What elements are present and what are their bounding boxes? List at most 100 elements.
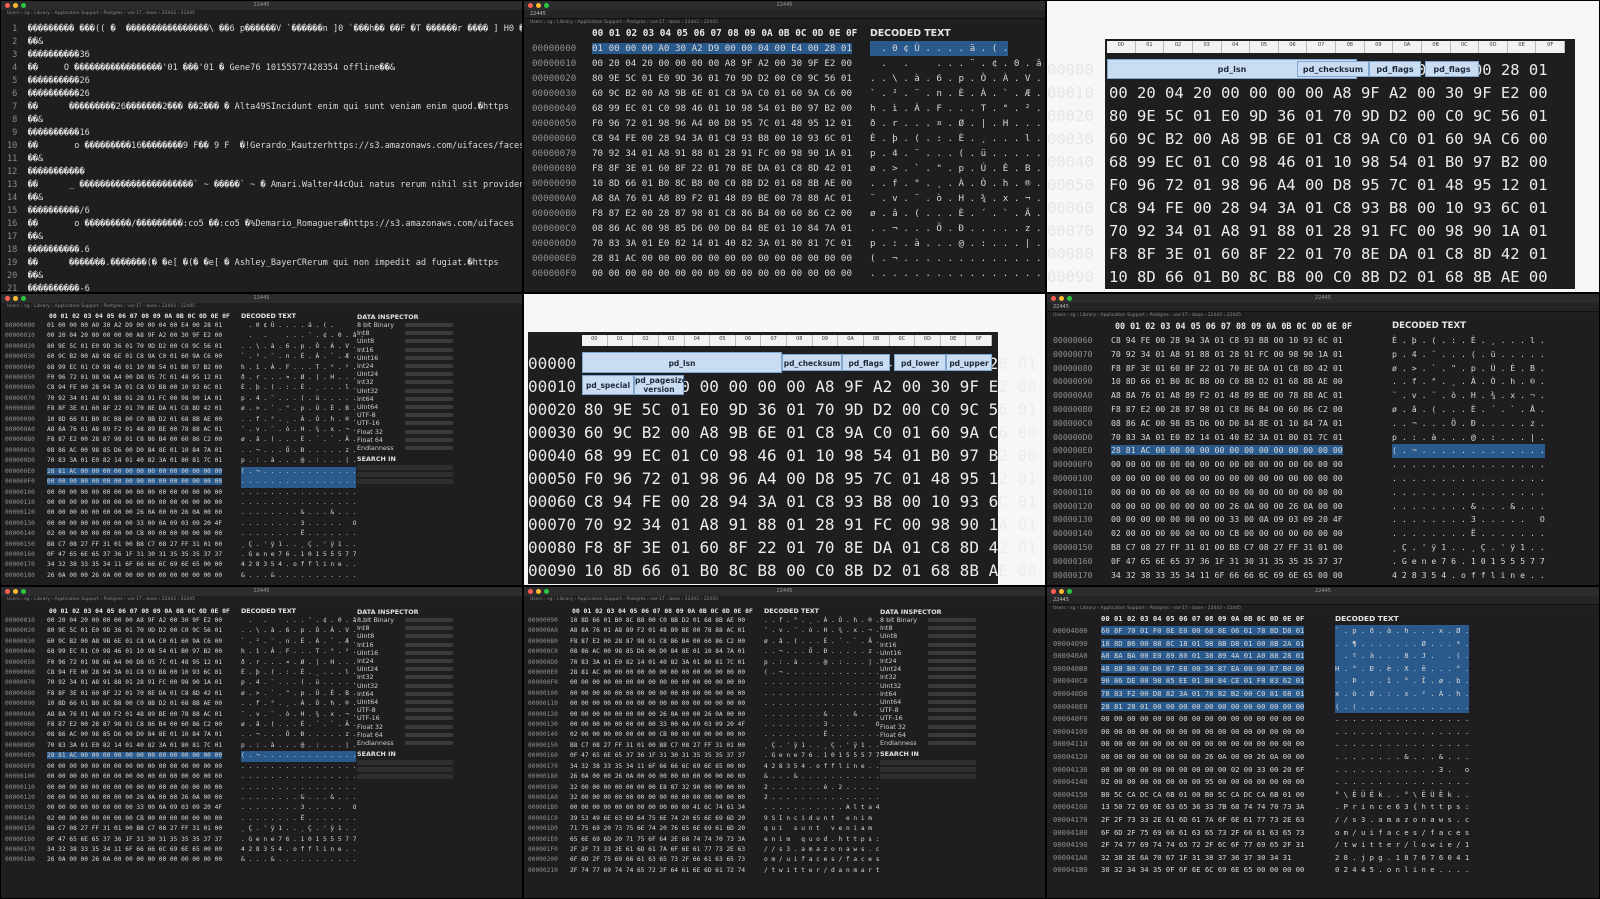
zoom-hex-bytes[interactable]: F8 8F 3E 01 60 8F 22 01 70 8E DA 01 C8 8… bbox=[584, 536, 1037, 559]
zoom-hex-bytes[interactable]: 68 99 EC 01 C0 98 46 01 10 98 54 01 B0 9… bbox=[1109, 151, 1548, 174]
hex-bytes[interactable]: 00 00 00 00 00 00 00 00 00 00 00 00 00 0… bbox=[1111, 473, 1343, 483]
hex-row[interactable]: 00000170 34 32 38 33 35 34 11 6F 66 66 6C… bbox=[528, 762, 879, 772]
hex-row[interactable]: 00000000 01 00 00 00 A0 30 A2 D9 00 00 04… bbox=[532, 41, 1009, 56]
hex-row[interactable]: 00000090 10 8D 66 01 B0 8C B8 00 C0 8B D2… bbox=[5, 415, 356, 425]
hex-bytes[interactable]: 02 00 00 00 00 00 00 00 CB 00 00 00 00 0… bbox=[1111, 528, 1343, 538]
hex-row[interactable]: 00000080 F8 8F 3E 01 60 8F 22 01 70 8E DA… bbox=[532, 161, 1041, 176]
hex-bytes[interactable]: 01 00 00 00 A0 30 A2 D9 00 00 04 00 E4 0… bbox=[47, 322, 222, 329]
hex-row[interactable]: 000000A0 A8 8A 76 01 A8 89 F2 01 48 89 BE… bbox=[1053, 389, 1545, 403]
hex-bytes[interactable]: 02 00 00 00 00 00 00 00 95 00 00 00 00 0… bbox=[1101, 777, 1304, 786]
hex-bytes[interactable]: 00 00 00 00 00 00 00 00 00 00 00 00 00 0… bbox=[1111, 487, 1343, 497]
hex-row[interactable]: 000001B0 00 00 00 00 00 00 00 00 00 00 00… bbox=[528, 803, 879, 813]
hex-bytes[interactable]: 00 20 04 20 00 00 00 00 A8 9F A2 00 30 9… bbox=[47, 332, 222, 339]
hex-bytes[interactable]: 32 00 00 00 00 00 00 00 E8 87 32 90 00 0… bbox=[570, 784, 745, 791]
hex-bytes[interactable]: 08 86 AC 00 98 85 D6 00 D0 84 8E 01 10 8… bbox=[47, 731, 222, 738]
inspector-row[interactable]: UTF-16 bbox=[880, 714, 976, 722]
hex-bytes[interactable]: 32 38 2E 6A 70 67 1F 31 38 37 36 37 30 3… bbox=[1101, 853, 1291, 862]
hex-row[interactable]: 00000080 F8 8F 3E 01 60 8F 22 01 70 8E DA… bbox=[5, 689, 356, 699]
inspector-value-field[interactable] bbox=[405, 716, 453, 721]
hex-bytes[interactable]: 10 8D 66 01 B0 8C B8 00 C0 8B D2 01 68 8… bbox=[570, 617, 745, 624]
inspector-value-field[interactable] bbox=[928, 626, 976, 631]
hex-bytes[interactable]: 00 00 00 00 00 00 00 00 00 00 00 00 00 0… bbox=[1101, 714, 1304, 723]
editor-line[interactable]: 9 ����������16 bbox=[7, 127, 522, 140]
inspector-value-field[interactable] bbox=[405, 331, 453, 336]
inspector-value-field[interactable] bbox=[405, 413, 453, 418]
hex-row[interactable]: 00000100 00 00 00 00 00 00 00 00 00 00 00… bbox=[1053, 472, 1545, 486]
editor-line[interactable]: 13 �� _ ����������������������` ~ �����`… bbox=[7, 179, 522, 192]
hex-row[interactable]: 00000090 10 8D 66 01 B0 8C B8 00 C0 8B D2… bbox=[528, 616, 879, 626]
inspector-value-field[interactable] bbox=[928, 650, 976, 655]
breadcrumb[interactable]: Users › sg › Library › Application Suppo… bbox=[1, 596, 522, 603]
hex-row[interactable]: 000000F0 00 00 00 00 00 00 00 00 00 00 00… bbox=[528, 678, 879, 688]
inspector-row[interactable]: UInt32 bbox=[880, 682, 976, 690]
hex-bytes[interactable]: B8 C7 08 27 FF 31 01 00 B8 C7 08 27 FF 3… bbox=[47, 825, 222, 832]
inspector-row[interactable]: UInt32 bbox=[357, 387, 453, 395]
hex-bytes[interactable]: C8 94 FE 00 28 94 3A 01 C8 93 B8 00 10 9… bbox=[1111, 335, 1343, 345]
inspector-row[interactable]: Int24 bbox=[357, 362, 453, 370]
hex-bytes[interactable]: 18 8D B6 00 88 8C 18 01 98 8B D8 01 00 8… bbox=[1101, 638, 1305, 648]
hex-bytes[interactable]: 01 00 00 00 A0 30 A2 D9 00 00 04 00 E4 0… bbox=[592, 43, 852, 54]
hex-row[interactable]: 00000120 00 00 00 00 00 00 00 00 26 0A 00… bbox=[1053, 500, 1545, 514]
hex-row[interactable]: 000000C0 08 86 AC 00 98 85 D6 00 D0 84 8E… bbox=[1053, 417, 1545, 431]
inspector-row[interactable]: UInt8 bbox=[357, 632, 453, 640]
editor-line[interactable]: 19 �� �������.�������(� �e[ �(� �e[ � As… bbox=[7, 257, 522, 270]
inspector-row[interactable]: Float 32 bbox=[357, 427, 453, 436]
inspector-value-field[interactable] bbox=[928, 675, 976, 680]
hex-row[interactable]: 00000070 70 92 34 01 A8 91 88 01 28 91 FC… bbox=[5, 678, 356, 688]
inspector-value-field[interactable] bbox=[405, 445, 453, 450]
breadcrumb[interactable]: Users › sg › Library › Application Suppo… bbox=[1047, 605, 1599, 612]
hex-bytes[interactable]: 13 50 72 69 6E 63 65 36 33 7B 68 74 74 7… bbox=[1101, 802, 1304, 811]
inspector-value-field[interactable] bbox=[405, 732, 453, 737]
hex-row[interactable]: 00000030 60 9C B2 00 A8 9B 6E 01 C8 9A C0… bbox=[5, 637, 356, 647]
hex-bytes[interactable]: 6F 6D 2F 75 69 66 61 63 65 73 2F 66 61 6… bbox=[1101, 828, 1304, 837]
hex-grid[interactable]: 00000060 C8 94 FE 00 28 94 3A 01 C8 93 B8… bbox=[1053, 334, 1545, 582]
hex-bytes[interactable]: 2F 74 77 69 74 74 65 72 2F 6C 6F 77 69 6… bbox=[1101, 840, 1304, 849]
inspector-row[interactable]: UTF-8 bbox=[357, 411, 453, 419]
hex-row[interactable]: 00000040 68 99 EC 01 C0 98 46 01 10 98 54… bbox=[5, 647, 356, 657]
inspector-value-field[interactable] bbox=[928, 708, 976, 713]
hex-bytes[interactable]: 28 81 AC 00 00 00 00 00 00 00 00 00 00 0… bbox=[570, 669, 745, 676]
hex-row[interactable]: 00000020 80 9E 5C 01 E0 9D 36 01 70 9D D2… bbox=[532, 71, 1041, 86]
hex-row[interactable]: 00000180 26 0A 00 00 26 0A 00 00 00 00 00… bbox=[5, 855, 356, 865]
inspector-row[interactable]: 8 bit Binary bbox=[357, 616, 453, 624]
hex-bytes[interactable]: 00 00 00 00 00 00 00 00 26 0A 00 00 26 0… bbox=[1111, 501, 1343, 511]
hex-grid[interactable]: 00000090 10 8D 66 01 B0 8C B8 00 C0 8B D2… bbox=[528, 616, 879, 876]
hex-row[interactable]: 000001F0 2F 2F 73 33 2E 61 6D 61 7A 6F 6E… bbox=[528, 845, 879, 855]
zoom-hex-bytes[interactable]: 00 20 04 20 00 00 00 00 A8 9F A2 00 30 9… bbox=[1109, 82, 1548, 105]
hex-row[interactable]: 00000120 00 00 00 00 00 00 00 00 26 0A 00… bbox=[5, 508, 356, 518]
hex-bytes[interactable]: 80 9E 5C 01 E0 9D 36 01 70 9D D2 00 C0 9… bbox=[47, 343, 222, 350]
hex-row[interactable]: 00000160 0F 47 65 6E 65 37 36 1F 31 30 31… bbox=[528, 751, 879, 761]
breadcrumb[interactable]: Users › sg › Library › Application Suppo… bbox=[524, 19, 1045, 26]
hex-row[interactable]: 00004080 60 8F 70 01 F0 8E E0 00 68 8E 06… bbox=[1053, 625, 1470, 638]
hex-bytes[interactable]: 78 83 F2 00 D8 82 3A 01 78 82 B2 00 C0 8… bbox=[1101, 688, 1305, 698]
inspector-value-field[interactable] bbox=[405, 404, 453, 409]
hex-row[interactable]: 00000020 80 9E 5C 01 E0 9D 36 01 70 9D D2… bbox=[5, 626, 356, 636]
hex-row[interactable]: 000000F0 00 00 00 00 00 00 00 00 00 00 00… bbox=[5, 477, 357, 488]
hex-row[interactable]: 000040D0 78 83 F2 00 D8 82 3A 01 78 82 B2… bbox=[1053, 687, 1470, 701]
hex-bytes[interactable]: A0 8A BA 00 E0 89 80 01 38 89 4A 01 A0 8… bbox=[1101, 651, 1305, 661]
hex-grid[interactable]: 00000000 01 00 00 00 A0 30 A2 D9 00 00 04… bbox=[532, 41, 1041, 281]
hex-bytes[interactable]: 0F 47 65 6E 65 37 36 1F 31 30 31 35 35 3… bbox=[47, 836, 222, 843]
inspector-value-field[interactable] bbox=[928, 724, 976, 729]
hex-row[interactable]: 00000010 00 20 04 20 00 00 00 00 A8 9F A2… bbox=[5, 616, 364, 626]
hex-bytes[interactable]: C8 94 FE 00 28 94 3A 01 C8 93 B8 00 10 9… bbox=[47, 669, 222, 676]
inspector-value-field[interactable] bbox=[405, 675, 453, 680]
hex-row[interactable]: 000000F0 00 00 00 00 00 00 00 00 00 00 00… bbox=[1053, 458, 1545, 472]
hex-bytes[interactable]: A8 8A 76 01 A8 89 F2 01 48 89 BE 00 78 8… bbox=[1111, 390, 1343, 400]
hex-row[interactable]: 00000060 C8 94 FE 00 28 94 3A 01 C8 93 B8… bbox=[1053, 334, 1545, 348]
hex-row[interactable]: 00000170 34 32 38 33 35 34 11 6F 66 66 6C… bbox=[5, 560, 356, 570]
hex-bytes[interactable]: 28 81 AC 00 00 00 00 00 00 00 00 00 00 0… bbox=[47, 752, 223, 760]
hex-row[interactable]: 00000140 02 00 00 00 00 00 00 00 CB 00 00… bbox=[5, 529, 356, 539]
inspector-value-field[interactable] bbox=[405, 396, 453, 401]
hex-row[interactable]: 000000C0 08 86 AC 00 98 85 D6 00 D0 84 8E… bbox=[528, 647, 879, 657]
inspector-value-field[interactable] bbox=[405, 429, 453, 434]
hex-bytes[interactable]: 90 86 DE 00 98 85 EE 01 B0 84 CE 01 F8 8… bbox=[1101, 676, 1305, 686]
inspector-row[interactable]: UInt16 bbox=[357, 649, 453, 657]
inspector-row[interactable]: Int16 bbox=[880, 641, 976, 649]
hex-bytes[interactable]: 65 6E 69 6D 20 71 75 6F 64 2E 68 74 74 7… bbox=[570, 836, 745, 843]
hex-bytes[interactable]: F0 96 72 01 98 96 A4 00 D8 95 7C 01 48 9… bbox=[47, 659, 222, 666]
hex-row[interactable]: 00000080 F8 8F 3E 01 60 8F 22 01 70 8E DA… bbox=[1053, 362, 1545, 376]
inspector-value-field[interactable] bbox=[928, 699, 976, 704]
hex-row[interactable]: 00000120 00 00 00 00 00 00 00 00 26 0A 00… bbox=[528, 710, 879, 720]
inspector-row[interactable]: Int16 bbox=[357, 346, 453, 354]
